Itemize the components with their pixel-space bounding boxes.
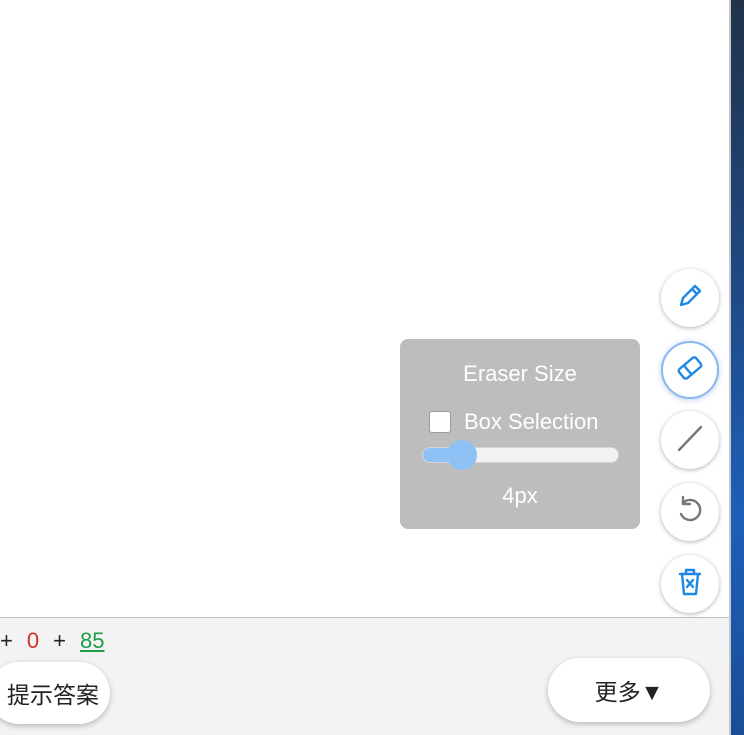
slider-thumb[interactable] [447, 440, 477, 470]
eraser-size-title: Eraser Size [463, 361, 577, 386]
bottom-bar: +0 +85 提示答案 更多▼ [0, 617, 729, 735]
plus-sign: + [53, 628, 66, 653]
clear-tool-button[interactable] [661, 555, 719, 613]
line-icon [675, 423, 705, 458]
eraser-size-slider[interactable] [422, 440, 619, 470]
box-selection-label: Box Selection [464, 409, 599, 434]
more-button[interactable]: 更多▼ [548, 658, 710, 722]
eraser-tool-button[interactable] [661, 341, 719, 399]
undo-icon [674, 494, 706, 531]
line-tool-button[interactable] [661, 411, 719, 469]
undo-tool-button[interactable] [661, 483, 719, 541]
plus-sign: + [0, 628, 13, 653]
trash-icon [675, 566, 705, 603]
desktop-background [729, 0, 744, 735]
value-green: 85 [79, 628, 105, 653]
value-red: 0 [26, 628, 40, 653]
eraser-size-panel: Eraser Size Box Selection 4px [400, 339, 640, 529]
pencil-tool-button[interactable] [661, 269, 719, 327]
equation-text: +0 +85 [0, 628, 104, 654]
box-selection-checkbox[interactable] [429, 411, 451, 433]
eraser-icon [674, 352, 706, 389]
box-selection-option[interactable]: Box Selection [429, 409, 599, 435]
show-answer-button[interactable]: 提示答案 [0, 662, 110, 724]
pencil-icon [675, 281, 705, 316]
eraser-size-value: 4px [502, 483, 538, 508]
